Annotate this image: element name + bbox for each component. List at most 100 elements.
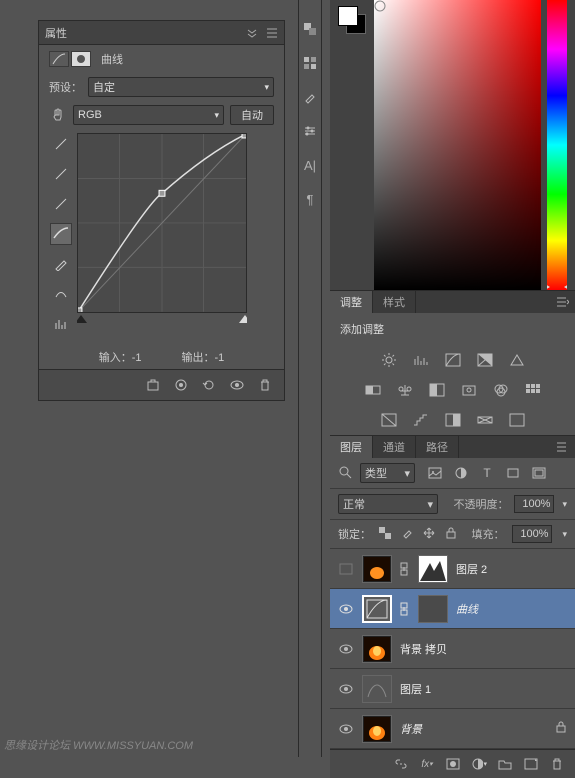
clip-icon[interactable] — [144, 376, 162, 394]
smooth-icon[interactable] — [50, 283, 72, 305]
color-lookup-icon[interactable] — [523, 381, 543, 399]
color-field[interactable] — [374, 0, 541, 290]
curves-adj-icon[interactable] — [443, 351, 463, 369]
posterize-icon[interactable] — [411, 411, 431, 429]
layer-row[interactable]: 图层 2 — [330, 549, 575, 589]
new-layer-icon[interactable] — [523, 756, 539, 772]
tab-channels[interactable]: 通道 — [373, 436, 416, 458]
hue-slider[interactable] — [547, 0, 567, 290]
layer-thumbnail[interactable] — [362, 555, 392, 583]
photo-filter-icon[interactable] — [459, 381, 479, 399]
filter-smart-icon[interactable] — [531, 465, 547, 481]
chevron-down-icon[interactable]: ▾ — [562, 499, 567, 510]
layer-thumbnail[interactable] — [362, 715, 392, 743]
layer-row[interactable]: 背景 拷贝 — [330, 629, 575, 669]
lock-paint-icon[interactable] — [401, 527, 415, 541]
foreground-swatch[interactable] — [338, 6, 358, 26]
layer-row[interactable]: 图层 1 — [330, 669, 575, 709]
brush-icon[interactable] — [301, 88, 319, 106]
visibility-toggle[interactable] — [338, 681, 354, 697]
levels-icon[interactable] — [411, 351, 431, 369]
fill-input[interactable]: 100% — [512, 525, 552, 543]
collapse-icon[interactable] — [246, 27, 258, 39]
eyedropper-gray-icon[interactable] — [50, 163, 72, 185]
visibility-toggle[interactable] — [338, 561, 354, 577]
swatch-box[interactable] — [338, 6, 366, 34]
paragraph-icon[interactable]: ¶ — [301, 190, 319, 208]
selective-color-icon[interactable] — [507, 411, 527, 429]
panel-menu-icon[interactable] — [551, 291, 575, 313]
blend-mode-select[interactable]: 正常▾ — [338, 494, 438, 514]
filter-adjust-icon[interactable] — [453, 465, 469, 481]
hand-icon[interactable] — [49, 106, 67, 124]
preset-select[interactable]: 自定 ▾ — [88, 77, 274, 97]
layer-name[interactable]: 背景 — [400, 721, 422, 737]
filter-type-icon[interactable]: T — [479, 465, 495, 481]
previous-icon[interactable] — [172, 376, 190, 394]
tab-layers[interactable]: 图层 — [330, 436, 373, 458]
opacity-input[interactable]: 100% — [514, 495, 554, 513]
search-icon[interactable] — [338, 465, 354, 481]
menu-icon[interactable] — [266, 27, 278, 39]
color-balance-icon[interactable] — [395, 381, 415, 399]
adjust-icon[interactable] — [301, 122, 319, 140]
panel-menu-icon[interactable] — [551, 436, 575, 458]
layer-row[interactable]: 背景 — [330, 709, 575, 749]
visibility-toggle[interactable] — [338, 641, 354, 657]
mask-add-icon[interactable] — [445, 756, 461, 772]
auto-button[interactable]: 自动 — [230, 105, 274, 125]
lock-transparent-icon[interactable] — [379, 527, 393, 541]
tab-paths[interactable]: 路径 — [416, 436, 459, 458]
visibility-toggle[interactable] — [338, 721, 354, 737]
swatches-icon[interactable] — [301, 54, 319, 72]
color-icon[interactable] — [301, 20, 319, 38]
visibility-icon[interactable] — [228, 376, 246, 394]
eyedropper-white-icon[interactable] — [50, 193, 72, 215]
layer-name[interactable]: 图层 2 — [456, 561, 487, 577]
vibrance-icon[interactable] — [507, 351, 527, 369]
chevron-down-icon[interactable]: ▾ — [562, 529, 567, 540]
filter-shape-icon[interactable] — [505, 465, 521, 481]
character-icon[interactable]: A| — [301, 156, 319, 174]
histogram-icon[interactable] — [50, 313, 72, 335]
reset-icon[interactable] — [200, 376, 218, 394]
layer-thumbnail[interactable] — [362, 675, 392, 703]
channel-mixer-icon[interactable] — [491, 381, 511, 399]
channel-select[interactable]: RGB ▾ — [73, 105, 224, 125]
mask-thumbnail[interactable] — [418, 595, 448, 623]
bw-icon[interactable] — [427, 381, 447, 399]
layer-thumbnail[interactable] — [362, 635, 392, 663]
brightness-icon[interactable] — [379, 351, 399, 369]
tab-adjustments[interactable]: 调整 — [330, 291, 373, 313]
mask-icon[interactable] — [71, 51, 91, 67]
lock-all-icon[interactable] — [445, 527, 459, 541]
link-layers-icon[interactable] — [393, 756, 409, 772]
trash-icon[interactable] — [256, 376, 274, 394]
eyedropper-black-icon[interactable] — [50, 133, 72, 155]
layer-name[interactable]: 图层 1 — [400, 681, 431, 697]
layer-name[interactable]: 背景 拷贝 — [400, 641, 447, 657]
curves-icon[interactable] — [49, 51, 69, 67]
lock-position-icon[interactable] — [423, 527, 437, 541]
exposure-icon[interactable] — [475, 351, 495, 369]
curve-point-icon[interactable] — [50, 223, 72, 245]
input-slider[interactable] — [77, 313, 247, 335]
filter-kind-select[interactable]: 类型▾ — [360, 463, 415, 483]
threshold-icon[interactable] — [443, 411, 463, 429]
layer-name[interactable]: 曲线 — [456, 601, 478, 617]
gradient-map-icon[interactable] — [475, 411, 495, 429]
layer-row[interactable]: 曲线 — [330, 589, 575, 629]
fx-icon[interactable]: fx▾ — [419, 756, 435, 772]
group-icon[interactable] — [497, 756, 513, 772]
adjustment-thumbnail[interactable] — [362, 595, 392, 623]
tab-styles[interactable]: 样式 — [373, 291, 416, 313]
fill-adjust-icon[interactable]: ▾ — [471, 756, 487, 772]
filter-pixel-icon[interactable] — [427, 465, 443, 481]
invert-icon[interactable] — [379, 411, 399, 429]
hue-icon[interactable] — [363, 381, 383, 399]
trash-icon[interactable] — [549, 756, 565, 772]
mask-thumbnail[interactable] — [418, 555, 448, 583]
pencil-icon[interactable] — [50, 253, 72, 275]
curves-graph[interactable] — [77, 133, 247, 313]
visibility-toggle[interactable] — [338, 601, 354, 617]
